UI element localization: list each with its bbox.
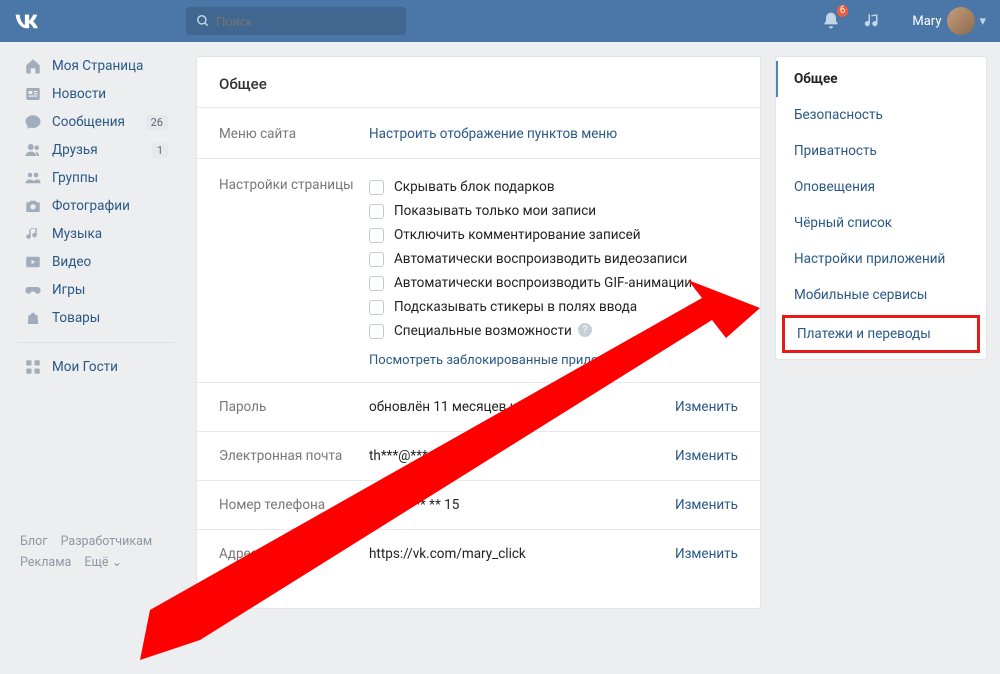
tab-general[interactable]: Общее xyxy=(776,61,986,97)
avatar xyxy=(947,7,975,35)
checkbox-accessibility[interactable]: Специальные возможности? xyxy=(369,319,738,343)
search-input[interactable] xyxy=(216,14,386,29)
nav-groups[interactable]: Группы xyxy=(18,164,180,192)
nav-label: Группы xyxy=(52,170,98,186)
nav-my-page[interactable]: Моя Страница xyxy=(18,52,180,80)
nav-label: Фотографии xyxy=(52,198,130,214)
tab-app-settings[interactable]: Настройки приложений xyxy=(776,241,986,277)
checkbox-disable-comments[interactable]: Отключить комментирование записей xyxy=(369,223,738,247)
nav-label: Новости xyxy=(52,86,106,102)
nav-count: 1 xyxy=(152,143,168,158)
nav-label: Сообщения xyxy=(52,114,125,130)
help-icon[interactable]: ? xyxy=(578,323,592,337)
nav-label: Друзья xyxy=(52,142,98,158)
settings-panel: Общее Меню сайта Настроить отображение п… xyxy=(196,56,761,609)
nav-separator xyxy=(18,342,174,343)
groups-icon xyxy=(24,169,42,187)
nav-label: Мои Гости xyxy=(52,359,118,375)
search-icon xyxy=(196,14,210,28)
nav-video[interactable]: Видео xyxy=(18,248,180,276)
change-url-link[interactable]: Изменить xyxy=(675,546,738,562)
friends-icon xyxy=(24,141,42,159)
gamepad-icon xyxy=(24,281,42,299)
menu-label: Меню сайта xyxy=(219,126,369,142)
phone-label: Номер телефона xyxy=(219,497,369,513)
checkbox-only-my-posts[interactable]: Показывать только мои записи xyxy=(369,199,738,223)
email-value: th***@***.com xyxy=(369,448,663,464)
nav-goods[interactable]: Товары xyxy=(18,304,180,332)
phone-value: +7 *** *** ** 15 xyxy=(369,497,663,513)
nav-label: Видео xyxy=(52,254,91,270)
checkbox-sticker-hints[interactable]: Подсказывать стикеры в полях ввода xyxy=(369,295,738,319)
change-email-link[interactable]: Изменить xyxy=(675,448,738,464)
username: Mary xyxy=(912,14,941,29)
checkbox-autoplay-gif[interactable]: Автоматически воспроизводить GIF-анимаци… xyxy=(369,271,738,295)
nav-label: Моя Страница xyxy=(52,58,143,74)
password-value: обновлён 11 месяцев назад xyxy=(369,399,663,415)
checkbox-icon xyxy=(369,324,384,339)
music-icon[interactable] xyxy=(862,10,884,32)
url-value: https://vk.com/mary_click xyxy=(369,546,663,562)
checkbox-autoplay-video[interactable]: Автоматически воспроизводить видеозаписи xyxy=(369,247,738,271)
home-icon xyxy=(24,57,42,75)
blocked-apps-link[interactable]: Посмотреть заблокированные приложения xyxy=(369,343,738,382)
chat-icon xyxy=(24,113,42,131)
note-icon xyxy=(24,225,42,243)
vk-logo[interactable] xyxy=(14,11,46,31)
apps-icon xyxy=(24,358,42,376)
checkbox-icon xyxy=(369,300,384,315)
password-label: Пароль xyxy=(219,399,369,415)
search-box[interactable] xyxy=(186,7,406,35)
nav-count: 26 xyxy=(146,115,168,130)
tab-notifications[interactable]: Оповещения xyxy=(776,169,986,205)
video-icon xyxy=(24,253,42,271)
footer-link[interactable]: Реклама xyxy=(20,555,71,570)
nav-photos[interactable]: Фотографии xyxy=(18,192,180,220)
email-label: Электронная почта xyxy=(219,448,369,464)
nav-friends[interactable]: Друзья 1 xyxy=(18,136,180,164)
checkbox-icon xyxy=(369,252,384,267)
nav-my-guests[interactable]: Мои Гости xyxy=(18,353,180,381)
nav-news[interactable]: Новости xyxy=(18,80,180,108)
notifications-icon[interactable]: 6 xyxy=(820,10,842,32)
nav-games[interactable]: Игры xyxy=(18,276,180,304)
chevron-down-icon: ▾ xyxy=(979,14,986,29)
nav-label: Музыка xyxy=(52,226,102,242)
topbar: 6 Mary ▾ xyxy=(0,0,1000,42)
tab-blacklist[interactable]: Чёрный список xyxy=(776,205,986,241)
footer-link[interactable]: Разработчикам xyxy=(61,534,153,549)
checkbox-icon xyxy=(369,228,384,243)
bag-icon xyxy=(24,309,42,327)
change-phone-link[interactable]: Изменить xyxy=(675,497,738,513)
footer-links: Блог Разработчикам Реклама Ещё ⌄ xyxy=(18,531,180,574)
nav-label: Товары xyxy=(52,310,100,326)
page-title: Общее xyxy=(197,57,760,107)
page-settings-label: Настройки страницы xyxy=(219,177,369,193)
footer-link[interactable]: Ещё ⌄ xyxy=(84,555,122,570)
tab-payments[interactable]: Платежи и переводы xyxy=(782,315,980,353)
left-nav: Моя Страница Новости Сообщения 26 Друзья… xyxy=(0,42,180,609)
tab-security[interactable]: Безопасность xyxy=(776,97,986,133)
configure-menu-link[interactable]: Настроить отображение пунктов меню xyxy=(369,126,738,142)
change-password-link[interactable]: Изменить xyxy=(675,399,738,415)
checkbox-icon xyxy=(369,204,384,219)
tab-mobile[interactable]: Мобильные сервисы xyxy=(776,277,986,313)
checkbox-icon xyxy=(369,276,384,291)
tab-privacy[interactable]: Приватность xyxy=(776,133,986,169)
settings-tabs: Общее Безопасность Приватность Оповещени… xyxy=(775,56,987,360)
user-menu[interactable]: Mary ▾ xyxy=(912,7,986,35)
notif-badge: 6 xyxy=(837,5,849,17)
nav-label: Игры xyxy=(52,282,85,298)
nav-messages[interactable]: Сообщения 26 xyxy=(18,108,180,136)
camera-icon xyxy=(24,197,42,215)
footer-link[interactable]: Блог xyxy=(20,534,47,549)
checkbox-icon xyxy=(369,180,384,195)
url-label: Адрес страницы xyxy=(219,546,369,562)
news-icon xyxy=(24,85,42,103)
checkbox-hide-gifts[interactable]: Скрывать блок подарков xyxy=(369,175,738,199)
nav-music[interactable]: Музыка xyxy=(18,220,180,248)
